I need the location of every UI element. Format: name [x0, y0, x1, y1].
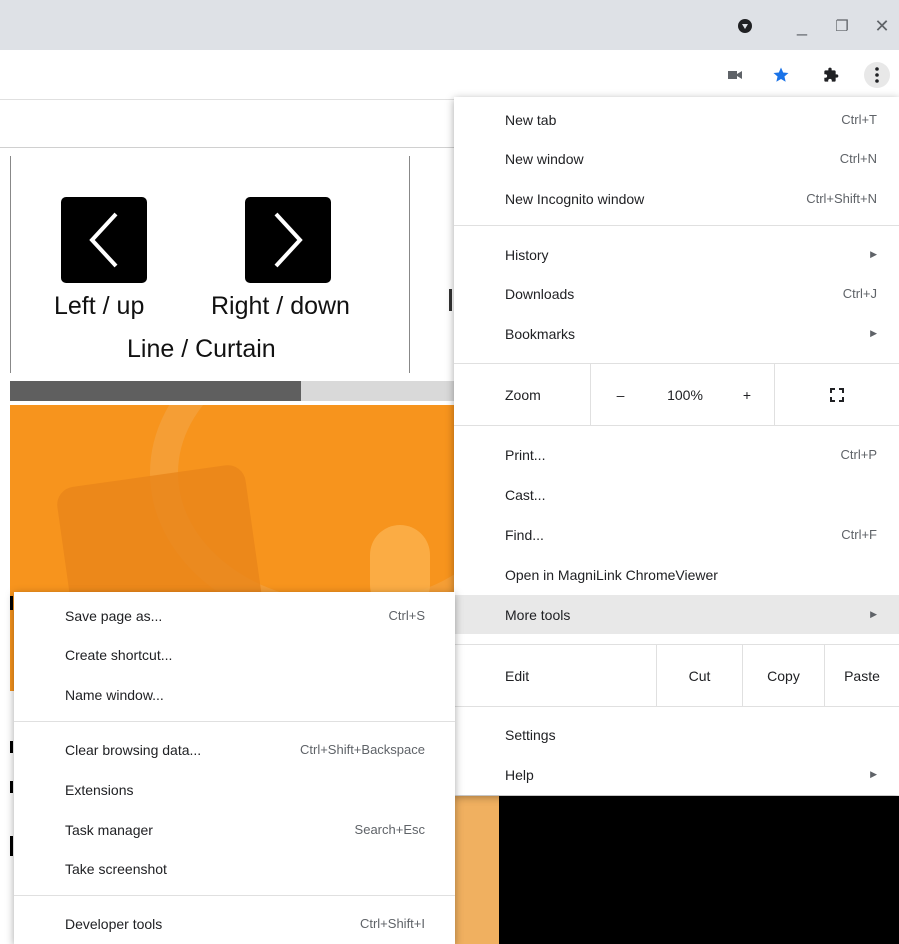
menu-item-bookmarks[interactable]: Bookmarks ▶ — [454, 314, 899, 353]
menu-kebab-icon[interactable] — [864, 62, 890, 88]
submenu-arrow-icon: ▶ — [870, 609, 877, 619]
menu-separator — [454, 225, 899, 226]
menu-separator — [14, 895, 455, 896]
edge-mark — [10, 596, 13, 610]
minimize-button[interactable]: _ — [790, 14, 814, 38]
menu-item-history[interactable]: History ▶ — [454, 235, 899, 274]
browser-toolbar — [0, 50, 899, 100]
zoom-out-button[interactable]: – — [590, 364, 650, 425]
edge-mark — [10, 781, 13, 793]
profile-shield-icon[interactable] — [733, 14, 757, 38]
chrome-main-menu: New tab Ctrl+T New window Ctrl+N New Inc… — [454, 97, 899, 795]
title-bar: _ ❐ ✕ — [0, 0, 899, 50]
submenu-arrow-icon: ▶ — [870, 769, 877, 779]
menu-item-find[interactable]: Find... Ctrl+F — [454, 515, 899, 554]
submenu-arrow-icon: ▶ — [870, 328, 877, 338]
menu-item-settings[interactable]: Settings — [454, 715, 899, 754]
fullscreen-icon — [830, 387, 844, 402]
bookmark-star-icon[interactable] — [768, 62, 794, 88]
menu-separator — [14, 721, 455, 722]
menu-item-take-screenshot[interactable]: Take screenshot — [14, 849, 455, 888]
right-arrow-button[interactable] — [245, 197, 331, 283]
menu-item-new-incognito[interactable]: New Incognito window Ctrl+Shift+N — [454, 179, 899, 218]
submenu-arrow-icon: ▶ — [870, 249, 877, 259]
chevron-left-icon — [89, 212, 118, 268]
menu-item-save-page[interactable]: Save page as... Ctrl+S — [14, 596, 455, 635]
page-image-fragment — [455, 796, 499, 944]
menu-item-name-window[interactable]: Name window... — [14, 675, 455, 714]
menu-item-create-shortcut[interactable]: Create shortcut... — [14, 635, 455, 674]
menu-item-zoom: Zoom – 100% + — [454, 364, 899, 425]
menu-item-open-magnilink[interactable]: Open in MagniLink ChromeViewer — [454, 555, 899, 594]
copy-button[interactable]: Copy — [742, 645, 824, 706]
camera-icon[interactable] — [722, 62, 748, 88]
page-header-bar — [0, 101, 460, 148]
menu-item-cast[interactable]: Cast... — [454, 475, 899, 514]
menu-item-task-manager[interactable]: Task manager Search+Esc — [14, 810, 455, 849]
fullscreen-button[interactable] — [774, 364, 899, 425]
edge-mark — [10, 836, 13, 856]
left-up-label: Left / up — [54, 292, 145, 320]
menu-item-extensions[interactable]: Extensions — [14, 770, 455, 809]
menu-item-developer-tools[interactable]: Developer tools Ctrl+Shift+I — [14, 904, 455, 943]
menu-separator — [454, 425, 899, 426]
more-tools-submenu: Save page as... Ctrl+S Create shortcut..… — [14, 592, 455, 944]
chevron-right-icon — [274, 212, 303, 268]
extensions-puzzle-icon[interactable] — [818, 62, 844, 88]
left-arrow-button[interactable] — [61, 197, 147, 283]
divider-mark — [449, 289, 452, 311]
menu-item-new-tab[interactable]: New tab Ctrl+T — [454, 100, 899, 139]
menu-item-help[interactable]: Help ▶ — [454, 755, 899, 794]
menu-item-print[interactable]: Print... Ctrl+P — [454, 435, 899, 474]
menu-item-edit: Edit Cut Copy Paste — [454, 645, 899, 706]
page-dark-region — [499, 796, 899, 944]
close-button[interactable]: ✕ — [870, 14, 894, 38]
line-curtain-label: Line / Curtain — [127, 335, 276, 363]
menu-item-new-window[interactable]: New window Ctrl+N — [454, 139, 899, 178]
menu-separator — [454, 706, 899, 707]
right-down-label: Right / down — [211, 292, 350, 320]
paste-button[interactable]: Paste — [824, 645, 899, 706]
navigation-widget: Left / up Right / down Line / Curtain — [10, 156, 410, 373]
cut-button[interactable]: Cut — [656, 645, 742, 706]
edge-mark — [10, 741, 13, 753]
restore-button[interactable]: ❐ — [830, 14, 854, 38]
zoom-level: 100% — [667, 386, 703, 403]
menu-item-clear-browsing-data[interactable]: Clear browsing data... Ctrl+Shift+Backsp… — [14, 730, 455, 769]
zoom-in-button[interactable]: + — [720, 364, 774, 425]
menu-item-downloads[interactable]: Downloads Ctrl+J — [454, 274, 899, 313]
progress-thumb[interactable] — [10, 381, 301, 401]
menu-item-more-tools[interactable]: More tools ▶ — [454, 595, 899, 634]
